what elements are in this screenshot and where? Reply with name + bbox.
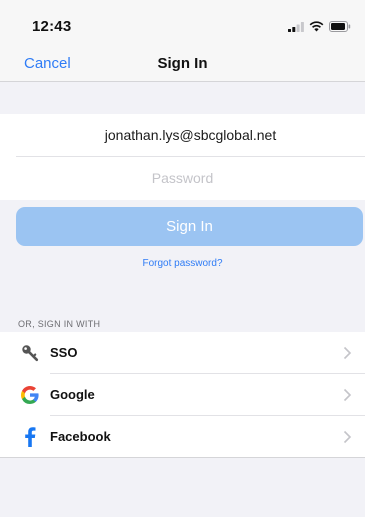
signal-icon <box>288 21 304 32</box>
facebook-row[interactable]: Facebook <box>0 416 365 458</box>
status-icons <box>288 20 351 32</box>
chevron-right-icon <box>343 346 352 360</box>
sso-label: SSO <box>50 345 78 360</box>
google-row[interactable]: Google <box>0 374 365 416</box>
facebook-label: Facebook <box>50 429 111 444</box>
status-bar: 12:43 <box>0 0 365 46</box>
google-label: Google <box>50 387 95 402</box>
page-title: Sign In <box>157 55 208 72</box>
chevron-right-icon <box>343 430 352 444</box>
battery-icon <box>329 20 351 32</box>
facebook-icon <box>20 427 40 447</box>
email-field[interactable]: jonathan.lys@sbcglobal.net <box>16 114 365 157</box>
credentials-form: jonathan.lys@sbcglobal.net Password <box>0 114 365 200</box>
sign-in-button[interactable]: Sign In <box>16 207 363 246</box>
wifi-icon <box>309 20 324 31</box>
nav-bar: Cancel Sign In <box>0 46 365 82</box>
forgot-password-link[interactable]: Forgot password? <box>0 258 365 269</box>
google-icon <box>20 385 40 405</box>
sso-row[interactable]: SSO <box>0 332 365 374</box>
key-icon <box>20 343 40 363</box>
section-header: OR, SIGN IN WITH <box>18 319 101 329</box>
password-field[interactable]: Password <box>0 157 365 200</box>
status-time: 12:43 <box>32 18 72 35</box>
provider-list: SSO Google Facebook <box>0 332 365 458</box>
chevron-right-icon <box>343 388 352 402</box>
